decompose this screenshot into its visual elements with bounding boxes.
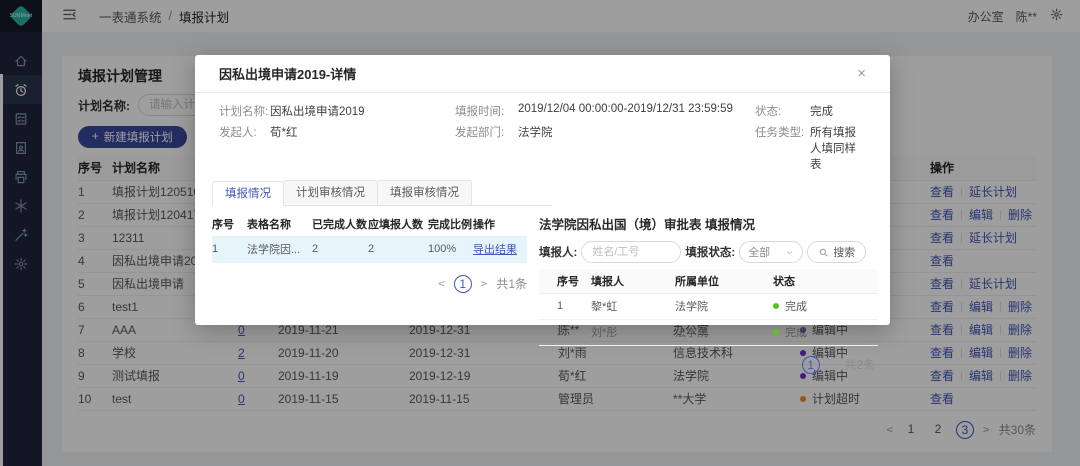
tab-填报审核情况[interactable]: 填报审核情况	[377, 180, 472, 205]
status-text: 完成	[785, 327, 807, 339]
info-value: 荀*红	[270, 124, 297, 172]
next-page-icon[interactable]: >	[829, 358, 836, 371]
cell-status: 完成	[773, 293, 878, 319]
plan-info-section: 计划名称:因私出境申请2019填报时间:2019/12/04 00:00:00-…	[195, 93, 890, 176]
modal-header: 因私出境申请2019-详情 ×	[195, 55, 890, 93]
column-header: 所属单位	[675, 269, 773, 293]
total-count: 共2条	[844, 356, 875, 373]
search-icon	[818, 247, 829, 258]
export-results-link[interactable]: 导出结果	[473, 244, 517, 256]
info-value: 完成	[810, 103, 833, 119]
cell-no: 2	[539, 319, 591, 345]
info-field: 发起部门:法学院	[455, 124, 755, 172]
info-value: 2019/12/04 00:00:00-2019/12/31 23:59:59	[518, 103, 733, 119]
search-button[interactable]: 搜索	[807, 241, 866, 263]
column-header: 状态	[773, 269, 878, 293]
person-filter-label: 填报人:	[539, 244, 577, 260]
column-header: 应填报人数	[368, 212, 428, 236]
forms-table-row: 1法学院因...22100%导出结果	[212, 236, 527, 262]
fillers-table-row: 2刘*彤法学院完成	[539, 319, 878, 345]
cell-no: 1	[212, 236, 247, 262]
fillers-table: 序号填报人所属单位状态 1黎*虹法学院完成2刘*彤法学院完成	[539, 269, 878, 346]
cell-no: 1	[539, 293, 591, 319]
tab-计划审核情况[interactable]: 计划审核情况	[283, 180, 378, 205]
column-header: 序号	[212, 212, 247, 236]
info-field: 填报时间:2019/12/04 00:00:00-2019/12/31 23:5…	[455, 103, 755, 119]
cell-ratio: 100%	[428, 236, 473, 262]
info-field: 计划名称:因私出境申请2019	[219, 103, 455, 119]
cell-form-name: 法学院因...	[247, 236, 312, 262]
info-field: 任务类型:所有填报人填同样表	[755, 124, 866, 172]
cell-done-count: 2	[312, 236, 368, 262]
fill-detail-filters: 填报人: 填报状态: 全部 搜索	[539, 241, 875, 263]
info-value: 所有填报人填同样表	[810, 124, 866, 172]
chevron-down-icon	[785, 248, 794, 257]
prev-page-icon[interactable]: <	[786, 358, 793, 371]
search-button-label: 搜索	[833, 244, 855, 260]
column-header: 操作	[473, 212, 527, 236]
info-label: 计划名称:	[219, 103, 270, 119]
cell-action: 导出结果	[473, 236, 527, 262]
close-icon[interactable]: ×	[857, 66, 866, 81]
column-header: 序号	[539, 269, 591, 293]
fill-detail-pane: 法学院因私出国（境）审批表 填报情况 填报人: 填报状态: 全部 搜索 序号填报…	[539, 212, 875, 374]
next-page-icon[interactable]: >	[481, 277, 488, 290]
info-label: 发起部门:	[455, 124, 518, 172]
column-header: 填报人	[591, 269, 675, 293]
cell-required-count: 2	[368, 236, 428, 262]
prev-page-icon[interactable]: <	[438, 277, 445, 290]
fillers-pagination: <1 > 共2条	[539, 356, 875, 374]
forms-pagination: <1 > 共1条	[212, 275, 527, 293]
fillers-table-row: 1黎*虹法学院完成	[539, 293, 878, 319]
total-count: 共1条	[496, 275, 527, 292]
info-label: 任务类型:	[755, 124, 810, 172]
page-1[interactable]: 1	[802, 356, 820, 374]
status-dot	[773, 303, 779, 309]
cell-unit: 法学院	[675, 293, 773, 319]
status-text: 完成	[785, 301, 807, 313]
forms-table: 序号表格名称已完成人数应填报人数完成比例操作 1法学院因...22100%导出结…	[212, 212, 527, 263]
info-field: 状态:完成	[755, 103, 866, 119]
plan-detail-modal: 因私出境申请2019-详情 × 计划名称:因私出境申请2019填报时间:2019…	[195, 55, 890, 325]
column-header: 已完成人数	[312, 212, 368, 236]
status-select-value: 全部	[748, 244, 770, 260]
cell-status: 完成	[773, 319, 878, 345]
modal-tabs: 填报情况计划审核情况填报审核情况	[212, 180, 552, 206]
status-filter-label: 填报状态:	[685, 244, 735, 260]
fill-detail-title: 法学院因私出国（境）审批表 填报情况	[539, 214, 875, 233]
modal-title: 因私出境申请2019-详情	[219, 64, 356, 83]
page-1[interactable]: 1	[454, 275, 472, 293]
forms-pane: 序号表格名称已完成人数应填报人数完成比例操作 1法学院因...22100%导出结…	[212, 212, 527, 374]
status-select[interactable]: 全部	[739, 241, 803, 263]
cell-unit: 法学院	[675, 319, 773, 345]
info-label: 填报时间:	[455, 103, 518, 119]
info-field: 发起人:荀*红	[219, 124, 455, 172]
person-search-input[interactable]	[581, 241, 681, 263]
info-label: 发起人:	[219, 124, 270, 172]
column-header: 表格名称	[247, 212, 312, 236]
status-dot	[773, 329, 779, 335]
tab-填报情况[interactable]: 填报情况	[212, 181, 284, 206]
cell-filler-name: 刘*彤	[591, 319, 675, 345]
info-value: 因私出境申请2019	[270, 103, 365, 119]
modal-body: 序号表格名称已完成人数应填报人数完成比例操作 1法学院因...22100%导出结…	[195, 206, 890, 374]
info-label: 状态:	[755, 103, 810, 119]
column-header: 完成比例	[428, 212, 473, 236]
cell-filler-name: 黎*虹	[591, 293, 675, 319]
info-value: 法学院	[518, 124, 553, 172]
